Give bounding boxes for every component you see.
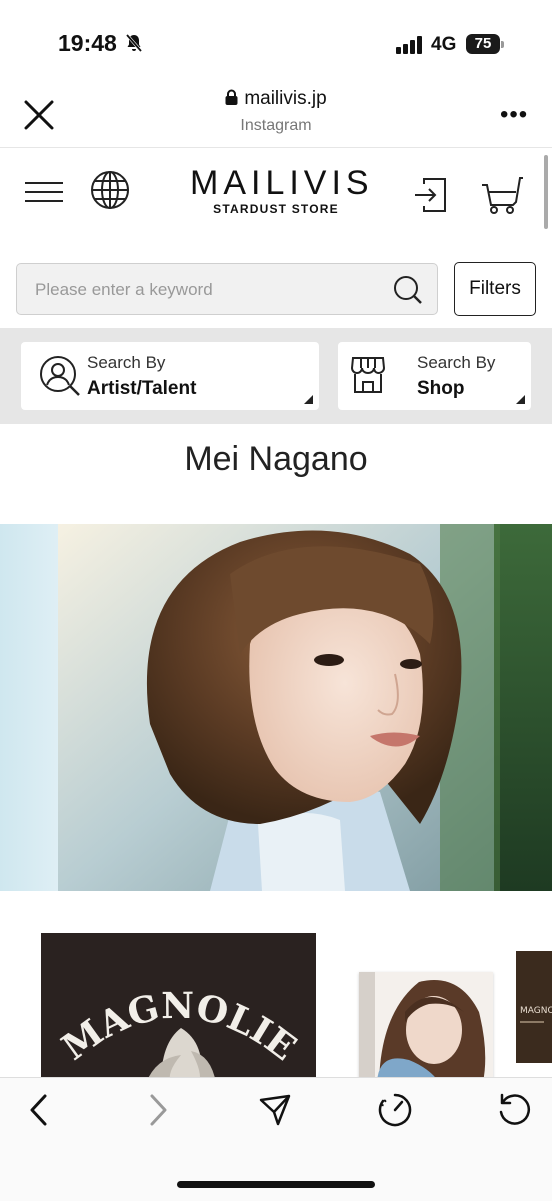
share-button[interactable]: [258, 1092, 292, 1133]
page-title: Mei Nagano: [184, 440, 368, 478]
person-search-icon: [39, 355, 81, 402]
globe-icon: [91, 171, 129, 209]
hamburger-icon: [25, 182, 63, 202]
cart-icon: [482, 177, 523, 214]
dropdown-triangle-icon: [304, 395, 313, 404]
search-by-label: Search By: [87, 353, 166, 372]
search-box[interactable]: [16, 263, 438, 316]
home-indicator[interactable]: [177, 1181, 375, 1188]
network-label: 4G: [431, 34, 457, 55]
signal-icon: [396, 36, 424, 59]
cart-button[interactable]: [480, 175, 524, 220]
lock-icon: [225, 89, 238, 111]
product-card[interactable]: MAGNOLIE: [41, 933, 316, 1083]
search-input[interactable]: [33, 264, 377, 316]
search-by-shop-dropdown[interactable]: Search By Shop: [338, 342, 531, 410]
bell-slash-icon: [124, 33, 144, 58]
forward-icon: [150, 1094, 167, 1126]
back-icon: [30, 1094, 47, 1126]
search-by-label: Search By: [417, 353, 496, 372]
source-label: Instagram: [240, 117, 312, 134]
shop-label: Shop: [417, 378, 465, 399]
login-button[interactable]: [412, 176, 448, 219]
battery-indicator: 75: [466, 34, 500, 54]
artist-talent-label: Artist/Talent: [87, 378, 197, 399]
status-time: 19:48: [58, 30, 117, 56]
more-icon[interactable]: •••: [500, 103, 528, 127]
divider: [0, 147, 552, 148]
login-icon: [415, 178, 446, 212]
product-card[interactable]: MAGNOLIE: [516, 951, 552, 1063]
site-logo[interactable]: MAILIVIS STARDUST STORE: [190, 164, 374, 216]
url-domain[interactable]: mailivis.jp: [0, 88, 552, 111]
search-by-artist-dropdown[interactable]: Search By Artist/Talent: [21, 342, 319, 410]
hero-artist-photo[interactable]: [0, 524, 552, 891]
speed-icon: [378, 1093, 412, 1127]
search-by-band: Search By Artist/Talent Search By Shop: [0, 328, 552, 424]
speed-button[interactable]: [377, 1092, 413, 1133]
share-icon: [259, 1094, 291, 1126]
filters-button[interactable]: Filters: [454, 262, 536, 316]
product-card[interactable]: [359, 972, 493, 1082]
scrollbar[interactable]: [544, 155, 548, 229]
battery-nub: [501, 41, 504, 48]
logo-sub-text: STARDUST STORE: [213, 202, 339, 216]
logo-main-text: MAILIVIS: [190, 164, 374, 202]
search-icon[interactable]: [393, 275, 423, 310]
reload-icon: [499, 1093, 530, 1125]
language-button[interactable]: [90, 170, 130, 215]
back-button[interactable]: [27, 1092, 51, 1133]
forward-button[interactable]: [146, 1092, 170, 1133]
domain-text: mailivis.jp: [244, 88, 327, 109]
dropdown-triangle-icon: [516, 395, 525, 404]
menu-button[interactable]: [24, 180, 64, 209]
product-artwork-text: MAGNOLIE: [520, 1006, 552, 1016]
shop-icon: [350, 356, 386, 399]
reload-button[interactable]: [496, 1092, 532, 1133]
